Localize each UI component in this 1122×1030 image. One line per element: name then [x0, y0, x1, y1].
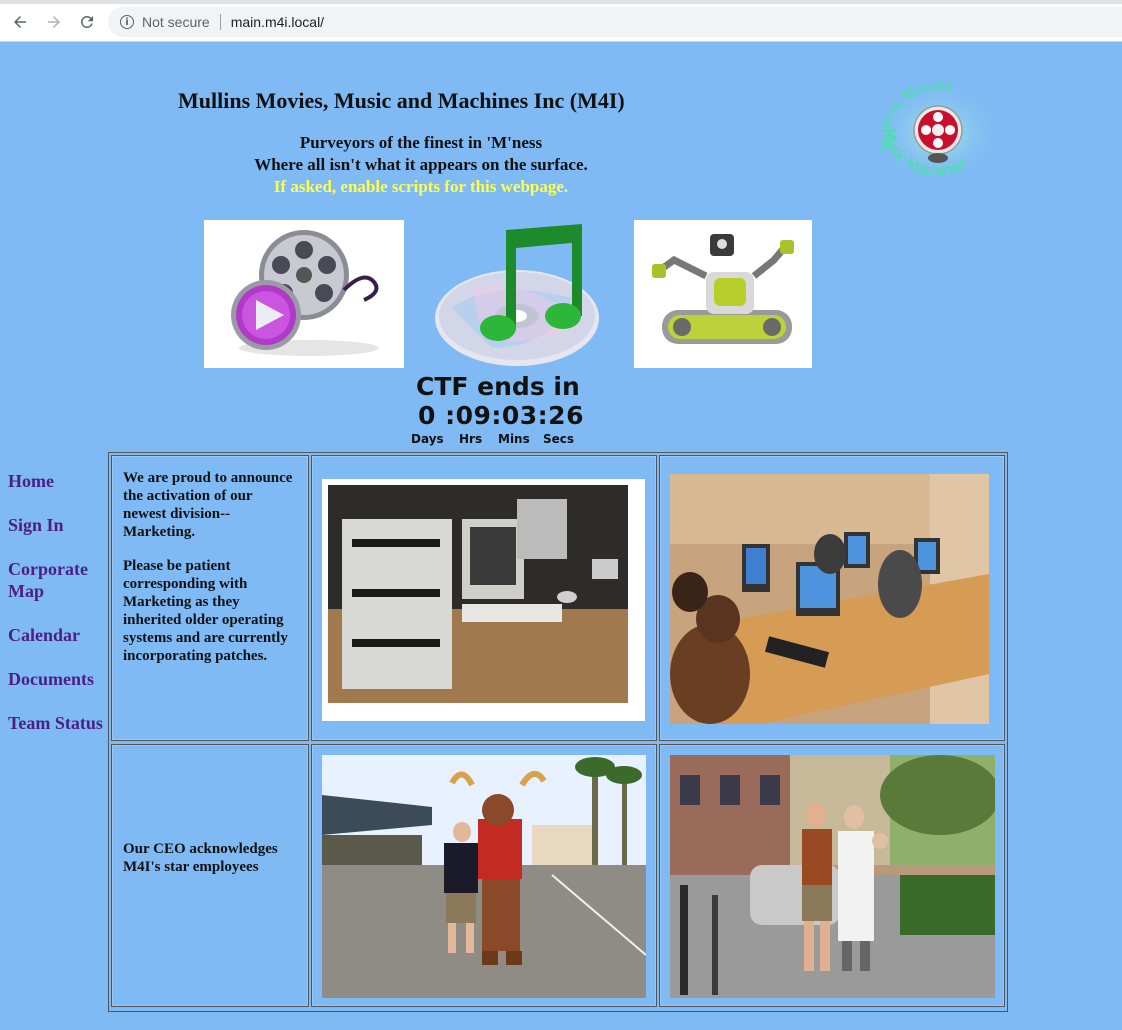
forward-arrow-icon[interactable]: [42, 10, 66, 34]
company-logo: Mullins Movies Music Machines: [867, 74, 1008, 190]
tab-strip: [0, 0, 1122, 4]
countdown-value: 0 :09:03:26: [418, 401, 584, 430]
countdown-unit-secs: Secs: [543, 432, 575, 446]
ceo-caption-cell: Our CEO acknowledges M4I's star employee…: [111, 744, 309, 1007]
nav-link-corporate-map[interactable]: Corporate: [8, 558, 88, 580]
address-bar[interactable]: i Not secure main.m4i.local/: [108, 7, 1122, 37]
security-label: Not secure: [142, 14, 210, 30]
old-computer-photo: [322, 479, 645, 721]
nav-link-corporate-map-line2[interactable]: Map: [8, 580, 44, 602]
photo-cell-doc-brown: [659, 744, 1005, 1007]
announcement-paragraph-2: Please be patient corresponding with Mar…: [123, 558, 288, 664]
info-icon[interactable]: i: [120, 15, 134, 29]
photo-cell-old-computer: [311, 455, 657, 741]
content-table: We are proud to announce the activation …: [108, 452, 1008, 1012]
omnibox-separator: [219, 14, 221, 30]
ceo-with-scientist-photo: [670, 755, 995, 998]
countdown-title: CTF ends in: [416, 372, 580, 401]
ceo-with-mascot-photo: [322, 755, 646, 998]
announcement-cell: We are proud to announce the activation …: [111, 455, 309, 741]
robot-image: [634, 220, 812, 368]
computer-lab-photo: [670, 474, 989, 724]
photo-cell-computer-lab: [659, 455, 1005, 741]
film-reel-image: [204, 220, 404, 368]
tagline-2: Where all isn't what it appears on the s…: [254, 155, 588, 174]
ceo-caption: Our CEO acknowledges M4I's star employee…: [123, 841, 278, 875]
reload-icon[interactable]: [75, 10, 99, 34]
nav-link-home[interactable]: Home: [8, 470, 54, 492]
countdown-unit-mins: Mins: [498, 432, 530, 446]
photo-cell-mascot: [311, 744, 657, 1007]
music-cd-image: [432, 218, 608, 366]
tagline-1: Purveyors of the finest in 'M'ness: [299, 133, 543, 152]
nav-link-team-status[interactable]: Team Status: [8, 712, 103, 734]
scripts-notice: If asked, enable scripts for this webpag…: [273, 177, 569, 196]
browser-toolbar: i Not secure main.m4i.local/: [0, 0, 1122, 42]
countdown-unit-hrs: Hrs: [459, 432, 483, 446]
nav-link-calendar[interactable]: Calendar: [8, 624, 80, 646]
nav-link-documents[interactable]: Documents: [8, 668, 94, 690]
page-title: Mullins Movies, Music and Machines Inc (…: [178, 88, 625, 113]
announcement-paragraph-1: We are proud to announce the activation …: [123, 470, 293, 540]
nav-link-sign-in[interactable]: Sign In: [8, 514, 64, 536]
url-text[interactable]: main.m4i.local/: [231, 14, 324, 30]
back-arrow-icon[interactable]: [8, 10, 32, 34]
countdown-unit-days: Days: [411, 432, 444, 446]
